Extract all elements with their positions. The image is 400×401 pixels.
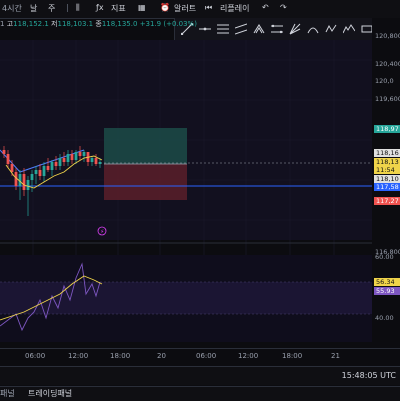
layout-icon[interactable]: ▦ (138, 3, 146, 12)
candle-body (98, 162, 102, 164)
gann-icon[interactable] (289, 23, 301, 35)
target-price-tag: 118,97 (374, 125, 400, 133)
time-axis[interactable]: 06:00 12:00 18:00 20 06:00 12:00 18:00 2… (0, 348, 400, 363)
replay-button[interactable]: 리플레이 (220, 3, 249, 14)
stop-price-tag: 117,27 (374, 197, 400, 205)
horizontal-line-price-tag: 117,58 (374, 183, 400, 191)
position-loss-zone[interactable] (104, 164, 187, 200)
replay-icon[interactable]: ⏮ (205, 3, 212, 13)
chart-canvas[interactable]: ⚡ (0, 40, 372, 342)
time-label: 12:00 (238, 352, 259, 360)
fib-retracement-icon[interactable] (217, 23, 229, 35)
price-tag: 118,10 (374, 175, 400, 183)
candle-body (62, 158, 66, 162)
candle-body (30, 174, 34, 180)
panel-tab-partial[interactable]: 패널 (0, 388, 15, 399)
redo-icon[interactable]: ↷ (280, 3, 287, 12)
price-scale-label: 119,600 (375, 95, 400, 103)
drawing-toolbar (174, 18, 400, 41)
horizontal-line-icon[interactable] (199, 23, 211, 35)
trading-panel-tab[interactable]: 트레이딩패널 (28, 388, 72, 399)
top-toolbar: 4시간 날 주 | ⫼ ƒx 지표 ▦ ⏰ 알러트 ⏮ 리플레이 ↶ ↷ (0, 0, 400, 19)
rsi-band (0, 282, 372, 314)
price-scale-label: 120,400 (375, 60, 400, 68)
pitchfork-icon[interactable] (253, 23, 265, 35)
price-scale-label: 120,800 (375, 32, 400, 40)
indicators-button[interactable]: 지표 (111, 3, 126, 14)
high-value: 118,152.1 (13, 20, 49, 28)
candle-body (78, 152, 82, 156)
candle-body (50, 162, 54, 170)
pattern-icon[interactable] (325, 23, 337, 35)
candle-body (58, 158, 62, 166)
candle-body (46, 166, 50, 170)
alerts-button[interactable]: 알러트 (174, 3, 196, 14)
position-profit-zone[interactable] (104, 128, 187, 164)
curve-icon[interactable] (307, 23, 319, 35)
current-price-tag: 118,13 (374, 158, 400, 166)
time-label: 12:00 (68, 352, 89, 360)
candle-body (90, 158, 94, 162)
candle-body (2, 150, 6, 154)
close-value: 118,135.0 (101, 20, 138, 28)
candle-body (6, 154, 10, 164)
rsi-value-tag: 55.93 (374, 287, 400, 295)
candle-body (74, 152, 78, 160)
bottom-panel-tabs: 패널 트레이딩패널 (0, 386, 400, 401)
day-interval-button[interactable]: 날 (30, 3, 37, 14)
price-tag: 118,16 (374, 149, 400, 157)
undo-icon[interactable]: ↶ (262, 3, 269, 12)
lightning-icon: ⚡ (100, 229, 104, 236)
parallel-channel-icon[interactable] (235, 23, 247, 35)
legend-dot: 1 (0, 20, 5, 28)
time-label: 18:00 (110, 352, 131, 360)
countdown-tag: 11:54 (374, 166, 400, 174)
alert-icon[interactable]: ⏰ (160, 3, 170, 12)
candle-body (42, 166, 46, 176)
time-label: 21 (331, 352, 340, 360)
interval-button[interactable]: 4시간 (2, 3, 22, 14)
candle-body (54, 162, 58, 166)
indicators-icon[interactable]: ⫼ (76, 3, 80, 13)
candle-body (10, 164, 14, 172)
candle-body (70, 154, 74, 160)
price-scale-label: 120,0 (375, 77, 394, 85)
utc-clock[interactable]: 15:48:05 UTC (342, 371, 396, 380)
rsi-scale-label: 60.00 (375, 253, 394, 261)
time-label: 18:00 (282, 352, 303, 360)
change-value: +31.9 (+0.03%) (139, 20, 197, 28)
ohlc-legend: 1 고118,152.1 저118,103.1 종118,135.0 +31.9… (0, 19, 197, 29)
separator: | (66, 3, 69, 12)
candle-body (82, 152, 86, 156)
time-label: 06:00 (196, 352, 217, 360)
rsi-scale-label: 40.00 (375, 314, 394, 322)
chart-type-icon[interactable]: ƒx (96, 3, 104, 12)
candle-body (38, 170, 42, 176)
rsi-ma-tag: 56.34 (374, 278, 400, 286)
week-interval-button[interactable]: 주 (48, 3, 55, 14)
status-bar: 15:48:05 UTC (0, 366, 400, 385)
time-label: 06:00 (25, 352, 46, 360)
elliott-wave-icon[interactable] (343, 23, 355, 35)
candle-body (34, 170, 38, 174)
candle-body (66, 154, 70, 162)
time-label: 20 (157, 352, 166, 360)
fib-levels-icon[interactable] (271, 23, 283, 35)
candle-body (22, 174, 26, 190)
candle-body (26, 180, 30, 190)
candle-body (94, 158, 98, 164)
low-value: 118,103.1 (57, 20, 94, 28)
